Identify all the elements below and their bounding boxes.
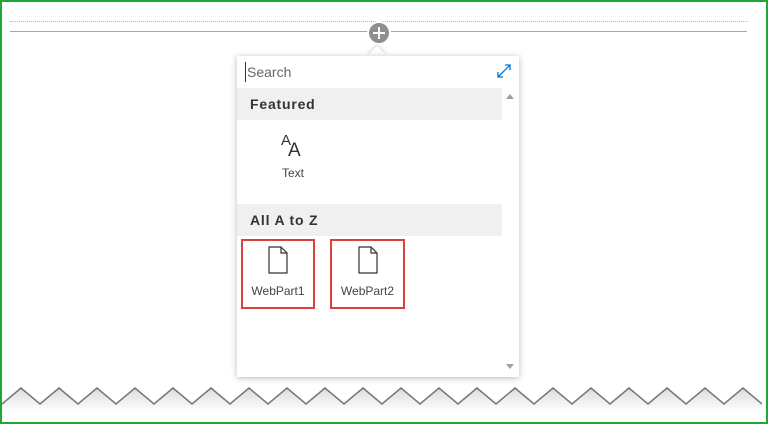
scroll-up-arrow-icon[interactable] xyxy=(506,94,514,99)
document-icon xyxy=(268,246,288,274)
expand-icon[interactable] xyxy=(496,63,512,79)
svg-text:A: A xyxy=(288,140,301,160)
document-icon xyxy=(357,246,378,274)
toolbox-scroll-area[interactable]: Featured A A Text All A to Z WebPart1 We… xyxy=(237,88,519,377)
vertical-scrollbar[interactable] xyxy=(502,88,519,377)
tile-label-webpart1: WebPart1 xyxy=(251,284,305,298)
torn-edge-decoration xyxy=(2,387,762,412)
webpart-toolbox-panel: Featured A A Text All A to Z WebPart1 We… xyxy=(237,56,519,377)
featured-section-header: Featured xyxy=(237,88,502,120)
tile-label-webpart2: WebPart2 xyxy=(340,284,395,298)
add-webpart-button[interactable] xyxy=(367,21,391,45)
webpart-tile-webpart2[interactable]: WebPart2 xyxy=(330,239,405,309)
search-input[interactable] xyxy=(245,62,487,82)
webpart-tile-text[interactable]: A A Text xyxy=(258,126,328,186)
tile-label-text: Text xyxy=(281,166,304,180)
text-aa-icon: A A xyxy=(281,132,301,160)
scroll-down-arrow-icon[interactable] xyxy=(506,364,514,369)
webpart-tile-webpart1[interactable]: WebPart1 xyxy=(241,239,315,309)
plus-icon xyxy=(373,27,385,39)
all-a-to-z-section-header: All A to Z xyxy=(237,204,502,236)
search-row xyxy=(237,56,519,88)
